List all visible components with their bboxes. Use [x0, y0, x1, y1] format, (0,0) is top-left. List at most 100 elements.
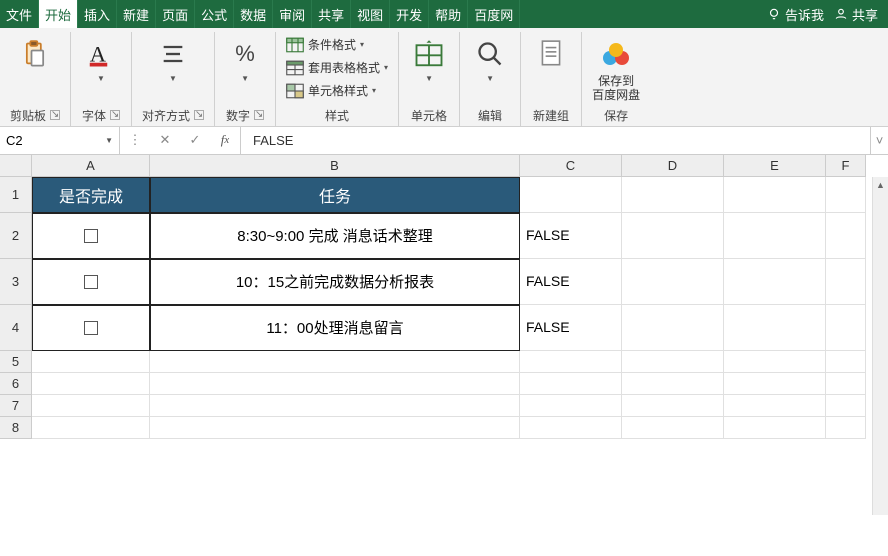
- task-status-2[interactable]: FALSE: [520, 259, 622, 305]
- cell-C5[interactable]: [520, 351, 622, 373]
- cell-styles-button[interactable]: 单元格样式 ▾: [286, 82, 388, 99]
- tab-help[interactable]: 帮助: [429, 0, 468, 28]
- cell-E3[interactable]: [724, 259, 826, 305]
- font-button[interactable]: A ▼: [81, 36, 121, 83]
- cell-D2[interactable]: [622, 213, 724, 259]
- cell-A7[interactable]: [32, 395, 150, 417]
- row-header-3[interactable]: 3: [0, 259, 32, 305]
- cell-E8[interactable]: [724, 417, 826, 439]
- cell-C8[interactable]: [520, 417, 622, 439]
- table-format-button[interactable]: 套用表格格式 ▾: [286, 59, 388, 76]
- task-text-1[interactable]: 8:30~9:00 完成 消息话术整理: [150, 213, 520, 259]
- number-launcher[interactable]: ↘: [254, 110, 264, 120]
- cell-B8[interactable]: [150, 417, 520, 439]
- column-header-E[interactable]: E: [724, 155, 826, 177]
- cell-D7[interactable]: [622, 395, 724, 417]
- tab-formula[interactable]: 公式: [195, 0, 234, 28]
- cell-E5[interactable]: [724, 351, 826, 373]
- cell-E6[interactable]: [724, 373, 826, 395]
- checkbox-icon[interactable]: [84, 321, 98, 335]
- cell-E2[interactable]: [724, 213, 826, 259]
- cell-C6[interactable]: [520, 373, 622, 395]
- row-header-7[interactable]: 7: [0, 395, 32, 417]
- align-launcher[interactable]: ↘: [194, 110, 204, 120]
- row-header-6[interactable]: 6: [0, 373, 32, 395]
- cell-E4[interactable]: [724, 305, 826, 351]
- cell-D8[interactable]: [622, 417, 724, 439]
- cell-F8[interactable]: [826, 417, 866, 439]
- cell-A8[interactable]: [32, 417, 150, 439]
- cell-D5[interactable]: [622, 351, 724, 373]
- expand-formula-button[interactable]: ˅: [870, 127, 888, 154]
- tab-new[interactable]: 新建: [117, 0, 156, 28]
- column-header-B[interactable]: B: [150, 155, 520, 177]
- tab-data[interactable]: 数据: [234, 0, 273, 28]
- tab-dev[interactable]: 开发: [390, 0, 429, 28]
- cell-C1[interactable]: [520, 177, 622, 213]
- newgroup-button[interactable]: [531, 36, 571, 72]
- accept-formula-button[interactable]: ✓: [180, 132, 210, 148]
- cell-F3[interactable]: [826, 259, 866, 305]
- cell-B6[interactable]: [150, 373, 520, 395]
- tab-home[interactable]: 开始: [39, 0, 78, 28]
- row-header-1[interactable]: 1: [0, 177, 32, 213]
- cell-D1[interactable]: [622, 177, 724, 213]
- cell-B7[interactable]: [150, 395, 520, 417]
- task-status-3[interactable]: FALSE: [520, 305, 622, 351]
- cell-F5[interactable]: [826, 351, 866, 373]
- name-box[interactable]: C2 ▼: [0, 127, 120, 154]
- paste-button[interactable]: [15, 36, 55, 72]
- tab-file[interactable]: 文件: [0, 0, 39, 28]
- column-header-C[interactable]: C: [520, 155, 622, 177]
- conditional-format-button[interactable]: 条件格式 ▾: [286, 36, 388, 53]
- formula-input[interactable]: FALSE: [241, 127, 870, 154]
- task-text-3[interactable]: 11：00处理消息留言: [150, 305, 520, 351]
- cell-A6[interactable]: [32, 373, 150, 395]
- editing-button[interactable]: ▼: [470, 36, 510, 83]
- tab-baidu[interactable]: 百度网: [468, 0, 520, 28]
- tab-view[interactable]: 视图: [351, 0, 390, 28]
- share-button[interactable]: 共享: [834, 5, 878, 24]
- font-launcher[interactable]: ↘: [110, 110, 120, 120]
- tab-review[interactable]: 审阅: [273, 0, 312, 28]
- cell-F6[interactable]: [826, 373, 866, 395]
- clipboard-launcher[interactable]: ↘: [50, 110, 60, 120]
- row-header-8[interactable]: 8: [0, 417, 32, 439]
- vertical-scrollbar[interactable]: ▲: [872, 177, 888, 515]
- checkbox-icon[interactable]: [84, 229, 98, 243]
- cell-F7[interactable]: [826, 395, 866, 417]
- checkbox-icon[interactable]: [84, 275, 98, 289]
- tab-insert[interactable]: 插入: [78, 0, 117, 28]
- cell-D6[interactable]: [622, 373, 724, 395]
- select-all-corner[interactable]: [0, 155, 32, 177]
- column-header-A[interactable]: A: [32, 155, 150, 177]
- column-header-D[interactable]: D: [622, 155, 724, 177]
- row-header-5[interactable]: 5: [0, 351, 32, 373]
- cell-E7[interactable]: [724, 395, 826, 417]
- tab-share[interactable]: 共享: [312, 0, 351, 28]
- cell-A5[interactable]: [32, 351, 150, 373]
- number-button[interactable]: % ▼: [225, 36, 265, 83]
- tab-page[interactable]: 页面: [156, 0, 195, 28]
- column-header-F[interactable]: F: [826, 155, 866, 177]
- cell-F1[interactable]: [826, 177, 866, 213]
- fx-button[interactable]: fx: [210, 132, 240, 148]
- scroll-up-button[interactable]: ▲: [873, 177, 888, 193]
- task-status-1[interactable]: FALSE: [520, 213, 622, 259]
- tell-me[interactable]: 告诉我: [767, 5, 824, 24]
- cell-D3[interactable]: [622, 259, 724, 305]
- cell-F2[interactable]: [826, 213, 866, 259]
- row-header-4[interactable]: 4: [0, 305, 32, 351]
- align-button[interactable]: ▼: [153, 36, 193, 83]
- task-text-2[interactable]: 10：15之前完成数据分析报表: [150, 259, 520, 305]
- save-baidu-button[interactable]: 保存到 百度网盘: [592, 36, 640, 103]
- cell-D4[interactable]: [622, 305, 724, 351]
- cell-E1[interactable]: [724, 177, 826, 213]
- task-done-2[interactable]: [32, 259, 150, 305]
- task-done-3[interactable]: [32, 305, 150, 351]
- cancel-formula-button[interactable]: ✕: [150, 132, 180, 148]
- cell-C7[interactable]: [520, 395, 622, 417]
- cells-button[interactable]: ▼: [409, 36, 449, 83]
- row-header-2[interactable]: 2: [0, 213, 32, 259]
- cell-F4[interactable]: [826, 305, 866, 351]
